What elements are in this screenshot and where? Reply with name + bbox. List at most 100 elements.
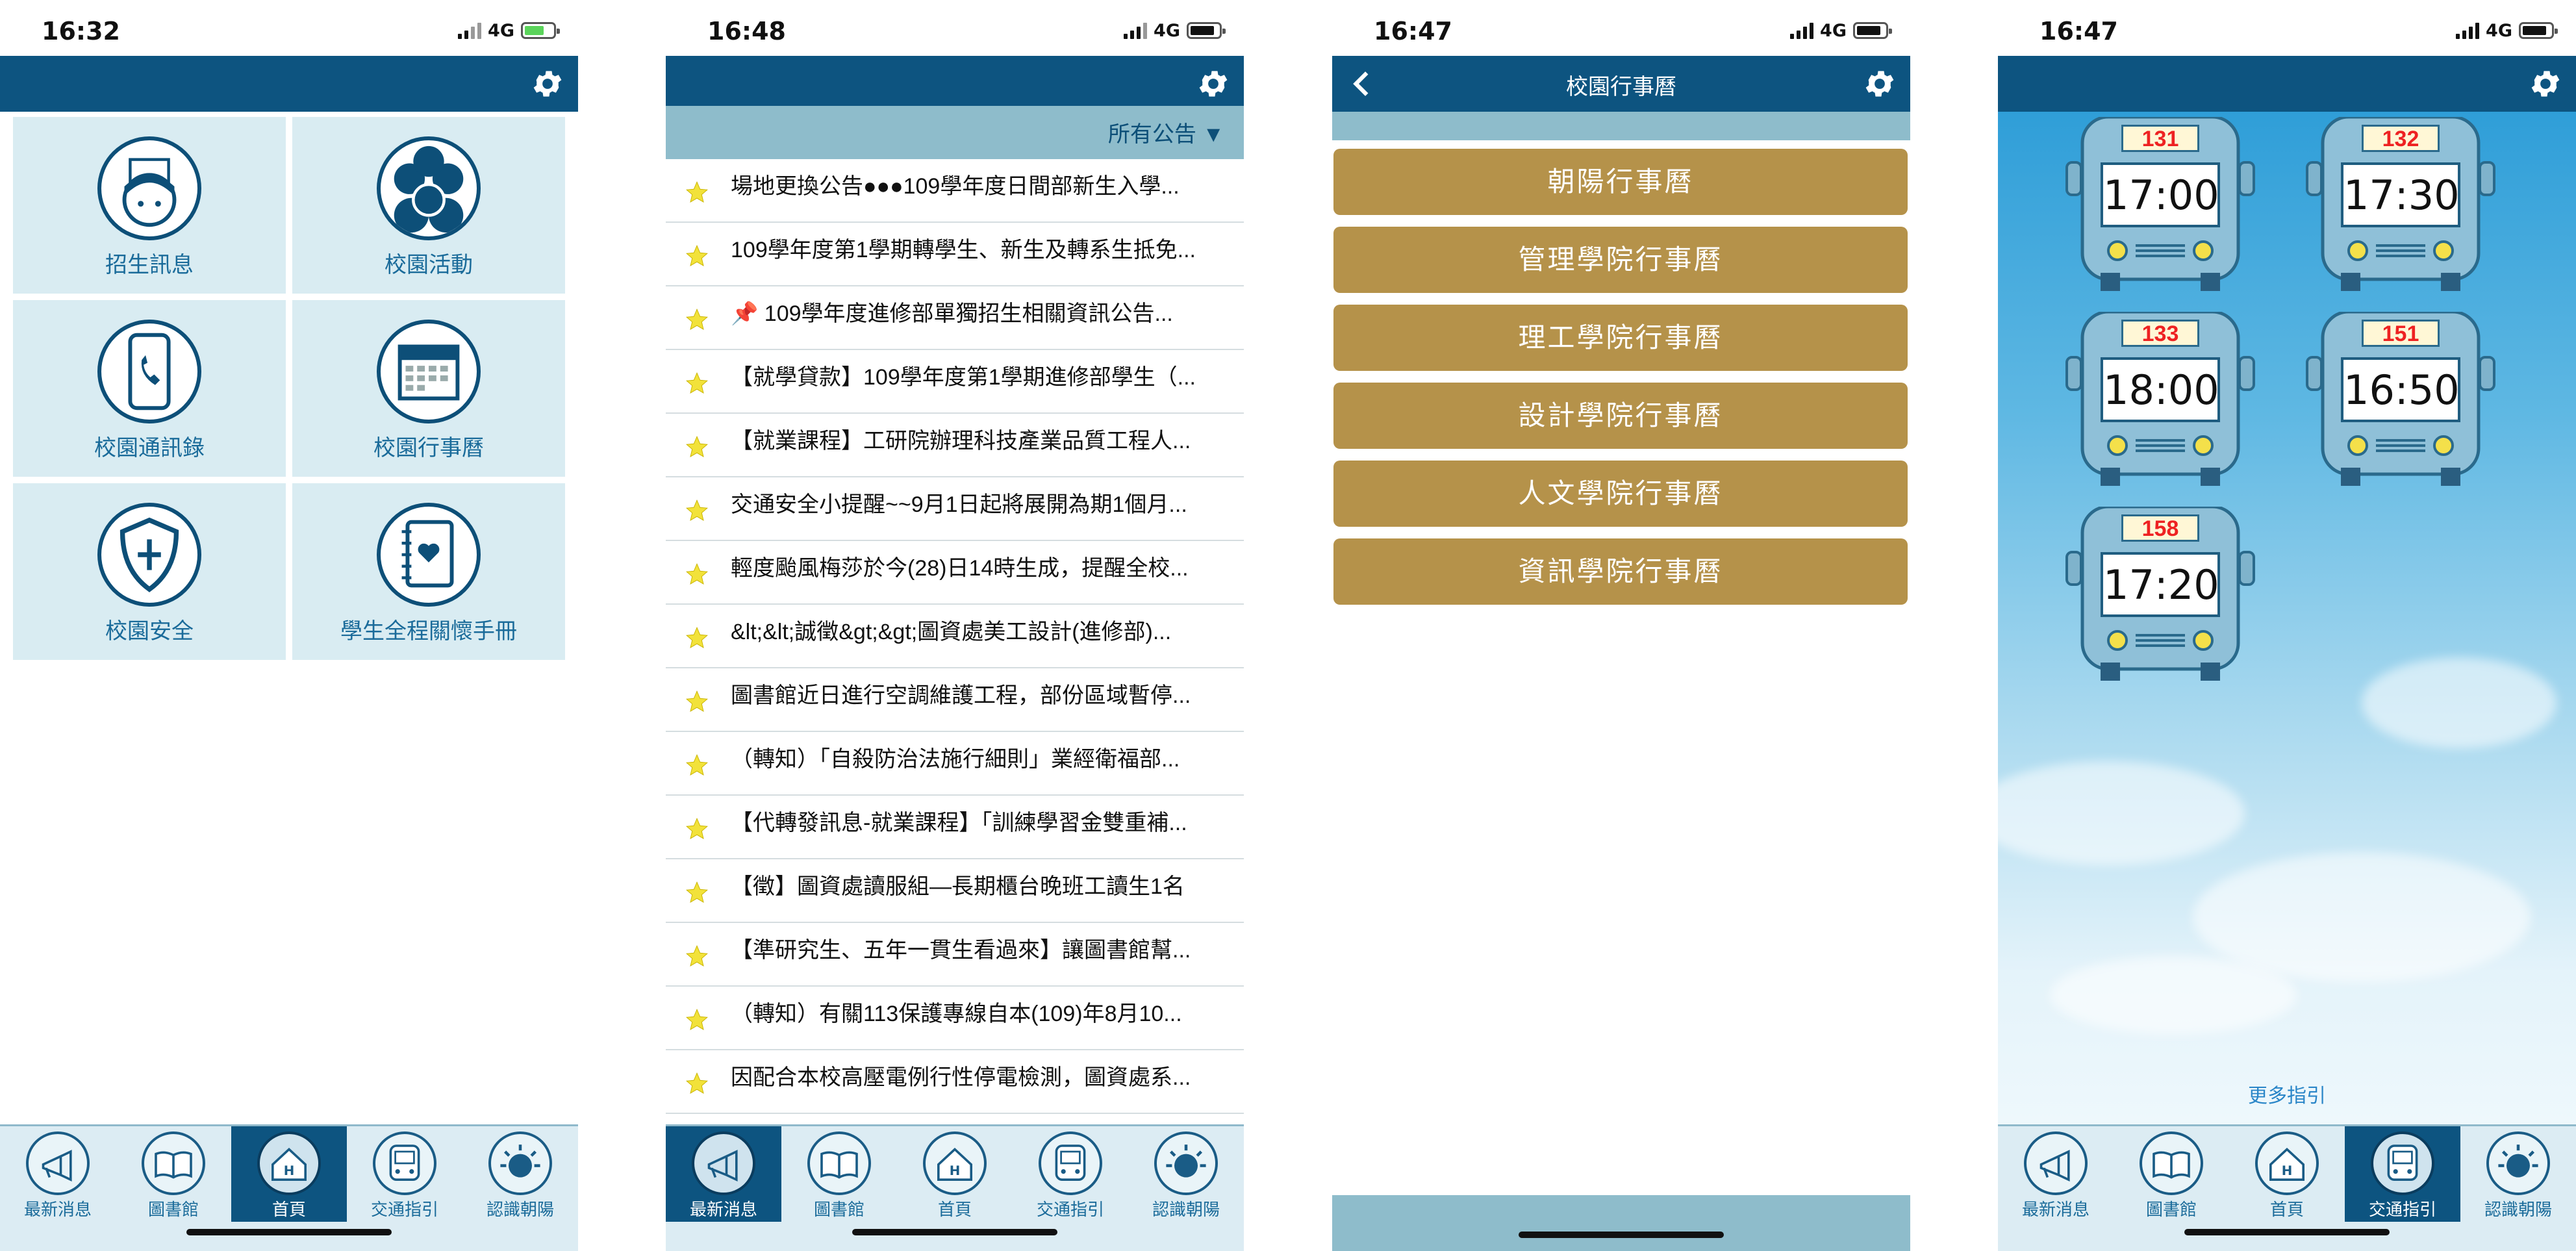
news-item[interactable]: 【就學貸款】109學年度第1學期進修部學生（...: [666, 350, 1244, 414]
sun-icon: [488, 1131, 552, 1195]
news-title: 【代轉發訊息-就業課程】「訓練學習金雙重補...: [731, 811, 1187, 835]
app-bar: [1998, 56, 2576, 112]
calendar-button[interactable]: 人文學院行事曆: [1333, 461, 1908, 527]
book-icon: [807, 1131, 871, 1195]
tile-calendar[interactable]: 校園行事曆: [292, 300, 565, 477]
calendar-button[interactable]: 理工學院行事曆: [1333, 305, 1908, 371]
megaphone-icon: [26, 1131, 90, 1195]
news-item[interactable]: 圖書館近日進行空調維護工程，部份區域暫停...: [666, 668, 1244, 732]
tile-directory[interactable]: 校園通訊錄: [13, 300, 286, 477]
status-time: 16:47: [2039, 17, 2118, 45]
home-screen: 16:32 4G 招生訊息 校園活動 校園通訊錄 校園行事曆 校園安全 學生全程…: [0, 0, 578, 1251]
bus-card[interactable]: 151 16:50: [2303, 312, 2498, 487]
calendar-button[interactable]: 朝陽行事曆: [1333, 149, 1908, 215]
tab-transport[interactable]: 交通指引: [347, 1126, 462, 1222]
news-item[interactable]: 【準研究生、五年一貫生看過來】讓圖書館幫...: [666, 923, 1244, 987]
bus-icon: [2371, 1131, 2434, 1195]
sun-icon: [1154, 1131, 1218, 1195]
news-item[interactable]: （轉知）有關113保護專線自本(109)年8月10...: [666, 987, 1244, 1050]
star-icon: [686, 753, 708, 776]
calendar-button[interactable]: 設計學院行事曆: [1333, 383, 1908, 449]
tab-label: 首頁: [271, 1200, 306, 1219]
gear-icon[interactable]: [1862, 66, 1897, 101]
news-item[interactable]: 【徵】圖資處讀服組—長期櫃台晚班工讀生1名: [666, 859, 1244, 923]
star-icon: [686, 499, 708, 522]
network-label: 4G: [1820, 20, 1847, 41]
news-item[interactable]: （轉知）「自殺防治法施行細則」業經衛福部...: [666, 732, 1244, 796]
page-title: 校園行事曆: [1566, 75, 1676, 99]
tab-about[interactable]: 認識朝陽: [1128, 1126, 1244, 1222]
tab-label: 交通指引: [1036, 1200, 1104, 1219]
news-item[interactable]: 場地更換公告●●●109學年度日間部新生入學...: [666, 159, 1244, 223]
tile-admissions[interactable]: 招生訊息: [13, 117, 286, 294]
news-item[interactable]: 【就業課程】工研院辦理科技產業品質工程人...: [666, 414, 1244, 477]
tab-about[interactable]: 認識朝陽: [2460, 1126, 2576, 1222]
calendar-button[interactable]: 管理學院行事曆: [1333, 227, 1908, 293]
gear-icon[interactable]: [2528, 66, 2563, 101]
tab-transport[interactable]: 交通指引: [2345, 1126, 2460, 1222]
sun-icon: [2486, 1131, 2550, 1195]
tab-label: 最新消息: [2021, 1200, 2090, 1219]
news-item[interactable]: 【代轉發訊息-就業課程】「訓練學習金雙重補...: [666, 796, 1244, 859]
tab-library[interactable]: 圖書館: [116, 1126, 231, 1222]
tab-home[interactable]: H 首頁: [2229, 1126, 2345, 1222]
tab-label: 交通指引: [370, 1200, 438, 1219]
announcement-filter[interactable]: 所有公告 ▼: [666, 106, 1244, 159]
bus-card[interactable]: 132 17:30: [2303, 117, 2498, 292]
tab-transport[interactable]: 交通指引: [1013, 1126, 1128, 1222]
tab-bar: 最新消息 圖書館 H 首頁 交通指引 認識朝陽: [0, 1124, 578, 1251]
home-indicator[interactable]: [2184, 1229, 2390, 1235]
bus-route-number: 158: [2121, 514, 2199, 542]
home-indicator[interactable]: [186, 1229, 392, 1235]
tab-news[interactable]: 最新消息: [666, 1126, 781, 1222]
tab-library[interactable]: 圖書館: [2114, 1126, 2229, 1222]
tab-home[interactable]: H 首頁: [231, 1126, 347, 1222]
bus-card[interactable]: 158 17:20: [2063, 507, 2258, 682]
tab-about[interactable]: 認識朝陽: [462, 1126, 578, 1222]
bus-departure-time: 18:00: [2101, 357, 2220, 422]
bus-card[interactable]: 131 17:00: [2063, 117, 2258, 292]
tile-label: 學生全程關懷手冊: [340, 619, 517, 644]
tab-library[interactable]: 圖書館: [781, 1126, 897, 1222]
news-title: 因配合本校高壓電例行性停電檢測，圖資處系...: [731, 1065, 1191, 1090]
news-title: 【就學貸款】109學年度第1學期進修部學生（...: [731, 365, 1196, 390]
status-bar: 16:47 4G: [1998, 0, 2576, 56]
gear-icon[interactable]: [530, 66, 565, 101]
tab-home[interactable]: H 首頁: [897, 1126, 1013, 1222]
bus-card[interactable]: 133 18:00: [2063, 312, 2258, 487]
tab-label: 圖書館: [813, 1200, 865, 1219]
bus-route-number: 131: [2121, 125, 2199, 152]
tab-news[interactable]: 最新消息: [0, 1126, 116, 1222]
bus-departure-time: 16:50: [2341, 357, 2460, 422]
battery-icon: [2519, 22, 2558, 39]
home-indicator[interactable]: [1519, 1232, 1724, 1238]
bottom-bar: [1332, 1195, 1910, 1251]
calendar-icon: [377, 320, 481, 423]
tile-care-handbook[interactable]: 學生全程關懷手冊: [292, 483, 565, 660]
more-guide-link[interactable]: 更多指引: [1998, 1080, 2576, 1108]
news-title: 109學年度第1學期轉學生、新生及轉系生抵免...: [731, 238, 1196, 262]
signal-icon: [2456, 22, 2480, 39]
tile-campus-activities[interactable]: 校園活動: [292, 117, 565, 294]
news-title: 圖書館近日進行空調維護工程，部份區域暫停...: [731, 683, 1191, 708]
status-bar: 16:48 4G: [666, 0, 1244, 56]
news-item[interactable]: 📌 109學年度進修部單獨招生相關資訊公告...: [666, 286, 1244, 350]
star-icon: [686, 817, 708, 840]
tile-campus-safety[interactable]: 校園安全: [13, 483, 286, 660]
tile-label: 校園行事曆: [373, 436, 484, 461]
tab-news[interactable]: 最新消息: [1998, 1126, 2114, 1222]
news-item[interactable]: &lt;&lt;誠徵&gt;&gt;圖資處美工設計(進修部)...: [666, 605, 1244, 668]
news-title: 輕度颱風梅莎於今(28)日14時生成，提醒全校...: [731, 556, 1189, 581]
news-item[interactable]: 因配合本校高壓電例行性停電檢測，圖資處系...: [666, 1050, 1244, 1114]
news-item[interactable]: 交通安全小提醒~~9月1日起將展開為期1個月...: [666, 477, 1244, 541]
news-item[interactable]: 輕度颱風梅莎於今(28)日14時生成，提醒全校...: [666, 541, 1244, 605]
signal-icon: [1790, 22, 1814, 39]
news-item[interactable]: 109學年度第1學期轉學生、新生及轉系生抵免...: [666, 223, 1244, 286]
calendar-header-strip: [1332, 112, 1910, 140]
home-indicator[interactable]: [852, 1229, 1057, 1235]
tile-label: 招生訊息: [105, 253, 194, 277]
calendar-button[interactable]: 資訊學院行事曆: [1333, 538, 1908, 605]
tab-label: 圖書館: [2145, 1200, 2197, 1219]
gear-icon[interactable]: [1196, 66, 1231, 101]
bus-departure-time: 17:30: [2341, 162, 2460, 227]
